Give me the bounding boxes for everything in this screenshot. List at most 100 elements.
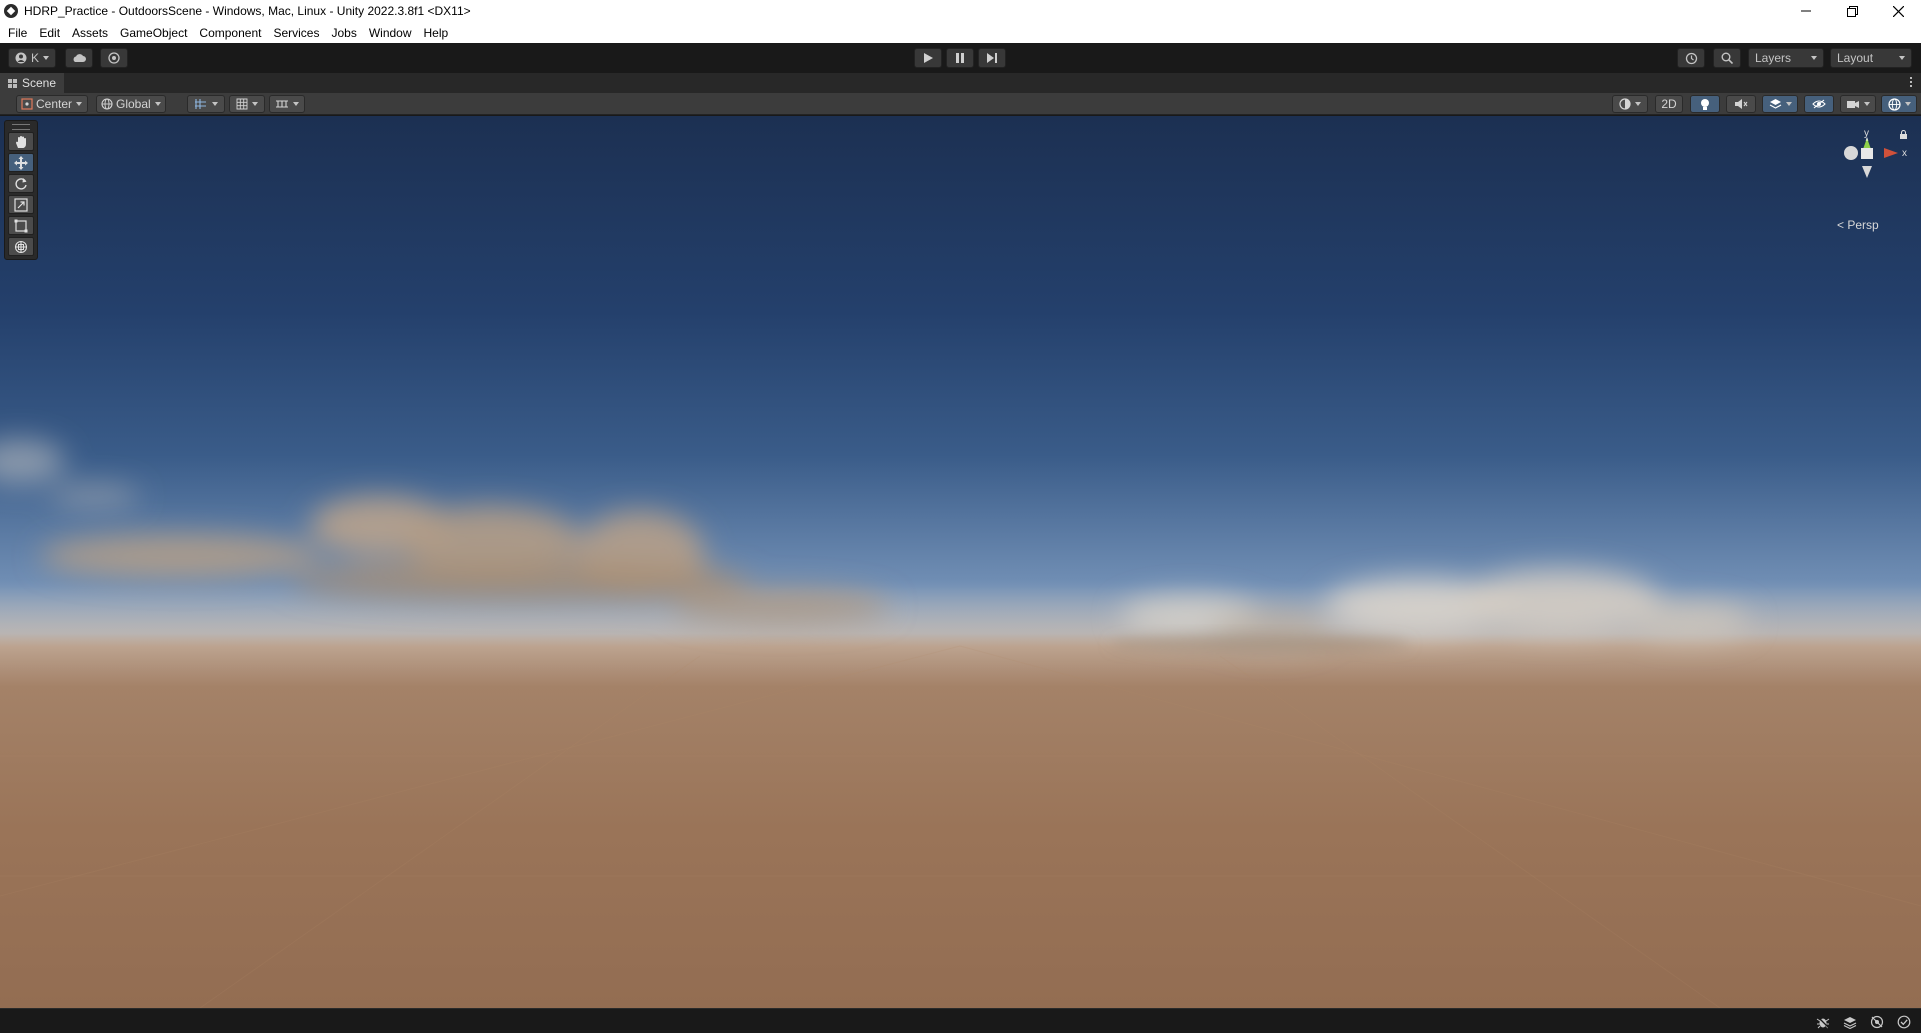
scene-toolbar: Center Global 2D bbox=[0, 93, 1921, 115]
menu-assets[interactable]: Assets bbox=[66, 26, 114, 40]
move-tool-button[interactable] bbox=[8, 153, 34, 172]
transform-tool-button[interactable] bbox=[8, 237, 34, 256]
grid-snap-icon bbox=[195, 99, 206, 109]
minimize-button[interactable] bbox=[1783, 0, 1829, 22]
shading-mode-icon bbox=[1619, 98, 1631, 110]
toggle-2d-label: 2D bbox=[1661, 97, 1677, 111]
menu-edit[interactable]: Edit bbox=[33, 26, 66, 40]
rect-transform-icon bbox=[14, 219, 28, 232]
account-dropdown[interactable]: K bbox=[8, 48, 56, 68]
maximize-button[interactable] bbox=[1829, 0, 1875, 22]
lighting-toggle[interactable] bbox=[1690, 95, 1720, 113]
dust-cloud-right-base bbox=[1110, 634, 1410, 654]
rect-tool-button[interactable] bbox=[8, 216, 34, 235]
window-title-bar: HDRP_Practice - OutdoorsScene - Windows,… bbox=[0, 0, 1921, 22]
scene-render bbox=[0, 439, 1921, 1008]
scale-icon bbox=[14, 197, 28, 212]
layout-label: Layout bbox=[1837, 51, 1874, 65]
chevron-down-icon bbox=[43, 56, 49, 60]
effects-dropdown[interactable] bbox=[1762, 95, 1798, 113]
ground-grid bbox=[0, 645, 1921, 1008]
lighting-off-icon bbox=[1870, 1015, 1884, 1029]
layout-dropdown[interactable]: Layout bbox=[1830, 48, 1912, 68]
menu-jobs[interactable]: Jobs bbox=[325, 26, 362, 40]
audio-toggle[interactable] bbox=[1726, 95, 1756, 113]
collab-button[interactable] bbox=[100, 48, 128, 68]
orientation-gizmo[interactable]: y x < Persp bbox=[1821, 122, 1911, 232]
chevron-down-icon bbox=[293, 102, 299, 106]
grid-visibility-dropdown[interactable] bbox=[229, 95, 265, 113]
unity-logo-icon bbox=[4, 4, 18, 18]
play-button[interactable] bbox=[914, 48, 942, 68]
progress-status[interactable] bbox=[1895, 1014, 1913, 1030]
layers-dropdown[interactable]: Layers bbox=[1748, 48, 1824, 68]
chevron-down-icon bbox=[252, 102, 258, 106]
chevron-down-icon bbox=[212, 102, 218, 106]
hand-icon bbox=[16, 135, 26, 148]
step-icon bbox=[986, 53, 997, 63]
menu-gameobject[interactable]: GameObject bbox=[114, 26, 193, 40]
rotate-tool-button[interactable] bbox=[8, 174, 34, 193]
menu-services[interactable]: Services bbox=[267, 26, 325, 40]
debug-toggle[interactable] bbox=[1814, 1014, 1832, 1030]
gizmos-dropdown[interactable] bbox=[1881, 95, 1917, 113]
grid-snapping-dropdown[interactable] bbox=[187, 95, 225, 113]
rotate-icon bbox=[15, 177, 27, 190]
menu-help[interactable]: Help bbox=[418, 26, 455, 40]
view-tool-button[interactable] bbox=[8, 132, 34, 151]
tab-menu-button[interactable] bbox=[1910, 77, 1913, 89]
chevron-down-icon bbox=[1899, 56, 1905, 60]
pivot-mode-dropdown[interactable]: Center bbox=[16, 95, 88, 113]
eye-hidden-icon bbox=[1812, 99, 1826, 109]
pause-button[interactable] bbox=[946, 48, 974, 68]
cache-server-status[interactable] bbox=[1841, 1014, 1859, 1030]
scene-icon bbox=[8, 78, 17, 88]
cloud-wisp-left bbox=[0, 439, 140, 508]
chevron-down-icon bbox=[1785, 102, 1792, 106]
minimize-icon bbox=[1801, 10, 1811, 12]
chevron-down-icon bbox=[1904, 102, 1911, 106]
chevron-down-icon bbox=[1864, 102, 1870, 106]
increment-snap-dropdown[interactable] bbox=[269, 95, 305, 113]
checkmark-circle-icon bbox=[1897, 1015, 1911, 1029]
pivot-center-icon bbox=[21, 98, 33, 110]
close-button[interactable] bbox=[1875, 0, 1921, 22]
main-toolbar: K Layers Layout bbox=[0, 43, 1921, 73]
pivot-mode-label: Center bbox=[36, 97, 73, 111]
lightbulb-icon bbox=[1701, 98, 1709, 110]
tool-palette bbox=[4, 120, 38, 260]
camera-icon bbox=[1847, 100, 1859, 108]
scene-viewport[interactable]: y x < Persp bbox=[0, 116, 1921, 1008]
close-icon bbox=[1892, 5, 1904, 17]
camera-settings-dropdown[interactable] bbox=[1840, 95, 1876, 113]
pause-icon bbox=[956, 53, 964, 63]
toggle-2d-button[interactable]: 2D bbox=[1655, 95, 1683, 113]
undo-history-button[interactable] bbox=[1677, 48, 1705, 68]
globe-icon bbox=[101, 98, 113, 110]
step-button[interactable] bbox=[978, 48, 1006, 68]
history-icon bbox=[1685, 52, 1697, 64]
menu-window[interactable]: Window bbox=[363, 26, 418, 40]
projection-toggle[interactable]: < Persp bbox=[1837, 218, 1879, 232]
move-arrows-icon bbox=[14, 155, 28, 170]
palette-grip-handle[interactable] bbox=[12, 124, 30, 130]
auto-generate-lighting-status[interactable] bbox=[1868, 1014, 1886, 1030]
layers-stack-icon bbox=[1843, 1017, 1857, 1029]
scene-visibility-toggle[interactable] bbox=[1804, 95, 1834, 113]
play-icon bbox=[923, 53, 933, 63]
draw-mode-dropdown[interactable] bbox=[1612, 95, 1648, 113]
gizmo-y-label: y bbox=[1864, 128, 1869, 139]
gizmos-globe-icon bbox=[1887, 97, 1901, 111]
pivot-rotation-dropdown[interactable]: Global bbox=[96, 95, 166, 113]
menu-file[interactable]: File bbox=[2, 26, 33, 40]
layers-label: Layers bbox=[1755, 51, 1792, 65]
cloud-button[interactable] bbox=[65, 48, 93, 68]
search-button[interactable] bbox=[1713, 48, 1741, 68]
cloud-icon bbox=[73, 54, 86, 62]
status-icons bbox=[1805, 1014, 1913, 1030]
scale-tool-button[interactable] bbox=[8, 195, 34, 214]
chevron-down-icon bbox=[76, 102, 83, 106]
menu-component[interactable]: Component bbox=[193, 26, 267, 40]
tab-scene[interactable]: Scene bbox=[0, 73, 65, 93]
axis-gizmo-icon: y x bbox=[1844, 128, 1907, 178]
